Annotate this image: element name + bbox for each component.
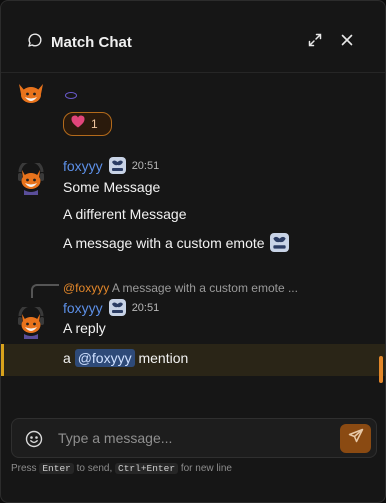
composer-hint: Press Enter to send, Ctrl+Enter for new … [11, 463, 232, 474]
message-meta: foxyyy 20:51 [63, 157, 159, 174]
expand-icon [307, 32, 323, 53]
hint-text: to send, [76, 463, 113, 474]
user-badge-icon [108, 299, 126, 316]
custom-emote [65, 92, 77, 99]
header-title-group: Match Chat [27, 32, 132, 52]
message-input[interactable] [58, 425, 328, 451]
message-composer [11, 418, 377, 458]
send-icon [348, 428, 364, 449]
chat-bubble-icon [27, 32, 43, 52]
send-button[interactable] [340, 424, 371, 453]
scrollbar-thumb[interactable] [379, 356, 383, 383]
page-title: Match Chat [51, 33, 132, 51]
user-badge-icon [108, 157, 126, 174]
timestamp: 20:51 [131, 301, 160, 314]
user-mention[interactable]: @foxyyy [74, 349, 135, 367]
message-row: A message with a custom emote [63, 233, 289, 252]
hint-text: for new line [180, 463, 232, 474]
username[interactable]: foxyyy [63, 158, 103, 174]
message-text: Some Message [63, 179, 161, 195]
avatar[interactable] [15, 159, 47, 195]
mention-highlight-row: a @foxyyy mention [1, 344, 385, 376]
mention-after: mention [134, 350, 189, 366]
message-text: A different Message [63, 206, 187, 222]
timestamp: 20:51 [131, 159, 160, 172]
reaction-button[interactable]: 1 [63, 112, 112, 136]
hint-text: Press [11, 463, 37, 474]
mention-before: a [63, 350, 75, 366]
custom-emote-icon [269, 233, 289, 252]
hint-key: Enter [39, 463, 74, 474]
avatar[interactable] [15, 303, 47, 339]
match-chat-panel: Match Chat 1 foxyyy 20:51 Some Message A… [0, 0, 386, 503]
message-text-with-mention: a @foxyyy mention [63, 349, 189, 367]
message-list: 1 foxyyy 20:51 Some Message A different … [1, 74, 385, 400]
reply-connector [31, 284, 59, 298]
reply-preview: A message with a custom emote ... [111, 281, 298, 295]
avatar[interactable] [15, 78, 47, 110]
heart-icon [71, 115, 85, 133]
close-icon [340, 33, 354, 52]
message-meta: foxyyy 20:51 [63, 299, 159, 316]
expand-button[interactable] [305, 32, 325, 52]
message-text: A message with a custom emote [63, 234, 265, 251]
emoji-button[interactable] [24, 429, 44, 449]
reply-author: @foxyyy [63, 281, 110, 295]
reply-reference[interactable]: @foxyyy A message with a custom emote ..… [63, 281, 298, 295]
reaction-count: 1 [91, 117, 98, 131]
username[interactable]: foxyyy [63, 300, 103, 316]
close-button[interactable] [337, 32, 357, 52]
chat-header: Match Chat [1, 1, 385, 73]
message-text: A reply [63, 320, 106, 336]
hint-key: Ctrl+Enter [115, 463, 179, 474]
